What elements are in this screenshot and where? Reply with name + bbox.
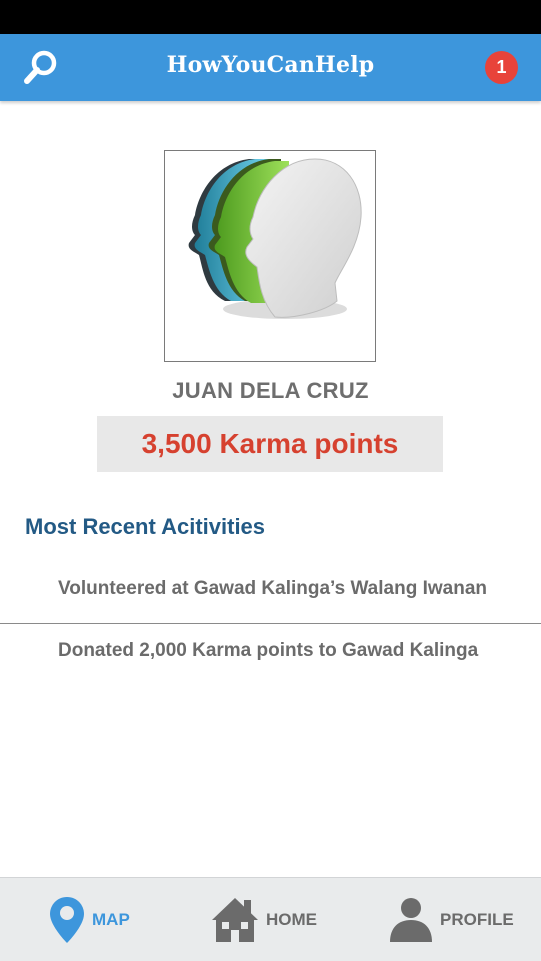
nav-label-home: HOME	[266, 909, 317, 929]
karma-points-box: 3,500 Karma points	[97, 416, 443, 472]
person-icon	[390, 897, 432, 942]
nav-item-map[interactable]: MAP	[48, 878, 130, 961]
karma-points: 3,500 Karma points	[141, 428, 399, 459]
activity-item[interactable]: Donated 2,000 Karma points to Gawad Kali…	[58, 640, 478, 662]
map-pin-icon	[50, 896, 84, 943]
notification-badge[interactable]: 1	[485, 51, 518, 84]
nav-label-map: MAP	[92, 909, 130, 929]
profile-heads-image	[188, 158, 362, 319]
avatar	[164, 150, 376, 362]
divider	[0, 623, 541, 624]
bottom-nav: MAP HOME PROFILE	[0, 877, 541, 961]
user-name: JUAN DELA CRUZ	[172, 378, 369, 403]
house-icon	[212, 897, 258, 942]
activity-item[interactable]: Volunteered at Gawad Kalinga’s Walang Iw…	[58, 578, 487, 600]
nav-item-profile[interactable]: PROFILE	[388, 878, 514, 961]
app-bar: HowYouCanHelp 1	[0, 34, 541, 101]
nav-item-home[interactable]: HOME	[210, 878, 317, 961]
app-title: HowYouCanHelp	[166, 52, 375, 78]
nav-label-profile: PROFILE	[440, 909, 514, 929]
recent-activities-title: Most Recent Acitivities	[25, 514, 266, 539]
status-bar	[0, 0, 541, 34]
